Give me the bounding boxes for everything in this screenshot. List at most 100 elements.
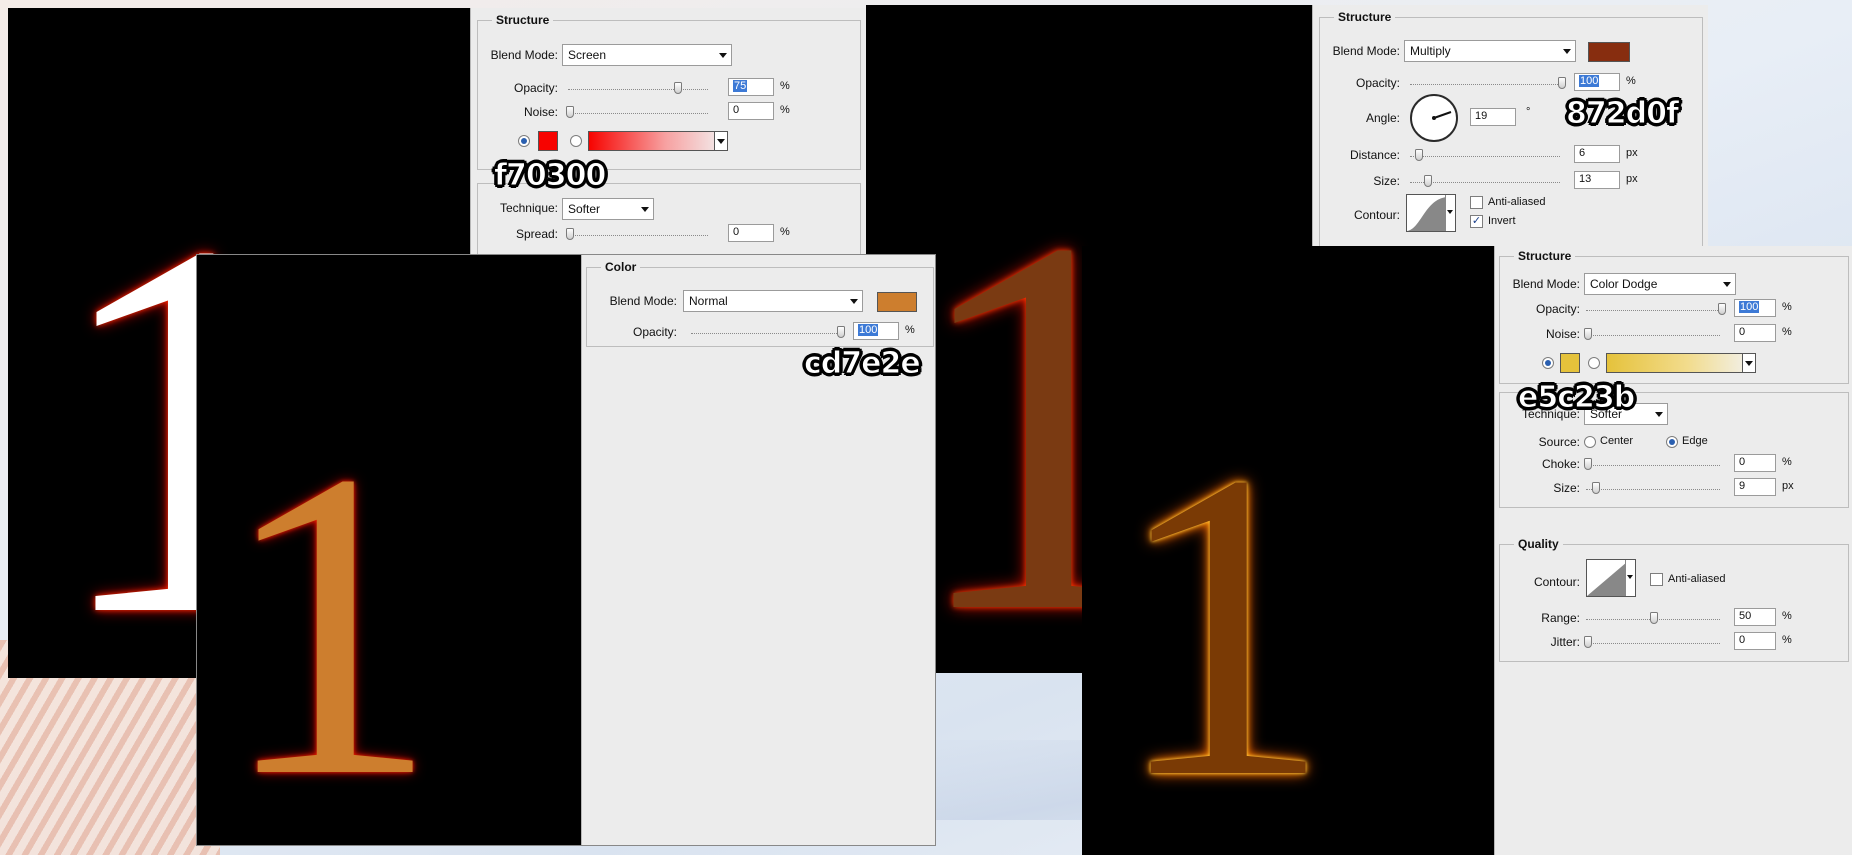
opacity-field[interactable]: 100 <box>1574 73 1620 91</box>
source-edge-radio[interactable] <box>1666 436 1678 448</box>
range-slider-thumb[interactable] <box>1650 612 1658 624</box>
color-code-label: 872d0f <box>1565 96 1679 132</box>
opacity-slider[interactable] <box>691 333 841 335</box>
blend-mode-label: Blend Mode: <box>609 294 677 308</box>
anti-aliased-label: Anti-aliased <box>1488 196 1546 208</box>
structure-group: Structure Blend Mode: Screen Opacity: 75… <box>477 13 861 170</box>
layer-style-panel: Color Blend Mode: Normal Opacity: 100 % <box>581 255 935 845</box>
angle-dial[interactable] <box>1410 94 1458 142</box>
glow-color-swatch[interactable] <box>1560 353 1580 373</box>
anti-aliased-checkbox[interactable] <box>1470 196 1483 209</box>
jitter-slider[interactable] <box>1586 643 1720 645</box>
opacity-slider-thumb[interactable] <box>1558 77 1566 89</box>
px-unit: px <box>1626 147 1638 159</box>
percent-unit: % <box>1782 634 1792 646</box>
shadow-color-swatch[interactable] <box>1588 42 1630 62</box>
overlay-color-swatch[interactable] <box>877 292 917 312</box>
source-label: Source: <box>1538 435 1580 449</box>
chevron-down-icon <box>1625 560 1635 596</box>
spread-label: Spread: <box>515 227 558 241</box>
size-field[interactable]: 13 <box>1574 171 1620 189</box>
distance-field[interactable]: 6 <box>1574 145 1620 163</box>
contour-label: Contour: <box>1353 208 1400 222</box>
opacity-label: Opacity: <box>632 325 677 339</box>
gradient-picker[interactable] <box>588 131 728 151</box>
layer-style-panel: Structure Blend Mode: Color Dodge Opacit… <box>1494 246 1852 855</box>
color-code-label: f70300 <box>493 158 606 194</box>
choke-label: Choke: <box>1541 457 1580 471</box>
percent-unit: % <box>1782 610 1792 622</box>
size-slider[interactable] <box>1410 182 1560 184</box>
solid-color-radio[interactable] <box>518 135 530 147</box>
gradient-radio[interactable] <box>1588 357 1600 369</box>
contour-picker[interactable] <box>1406 194 1456 232</box>
percent-unit: % <box>780 226 790 238</box>
percent-unit: % <box>1782 326 1792 338</box>
opacity-field[interactable]: 75 <box>728 78 774 96</box>
range-label: Range: <box>1541 611 1580 625</box>
angle-label: Angle: <box>1365 111 1400 125</box>
opacity-slider[interactable] <box>1586 310 1720 312</box>
jitter-slider-thumb[interactable] <box>1584 636 1592 648</box>
noise-field[interactable]: 0 <box>728 102 774 120</box>
canvas: 1 <box>1082 246 1494 855</box>
angle-field[interactable]: 19 <box>1470 108 1516 126</box>
spread-slider-thumb[interactable] <box>566 228 574 240</box>
noise-slider-thumb[interactable] <box>566 106 574 118</box>
choke-slider[interactable] <box>1586 465 1720 467</box>
choke-field[interactable]: 0 <box>1734 454 1776 472</box>
spread-field[interactable]: 0 <box>728 224 774 242</box>
jitter-field[interactable]: 0 <box>1734 632 1776 650</box>
opacity-label: Opacity: <box>1355 76 1400 90</box>
noise-slider[interactable] <box>1586 335 1720 337</box>
range-field[interactable]: 50 <box>1734 608 1776 626</box>
structure-legend: Structure <box>492 13 554 27</box>
opacity-slider[interactable] <box>1410 84 1560 86</box>
anti-aliased-label: Anti-aliased <box>1668 573 1726 585</box>
gradient-picker[interactable] <box>1606 353 1756 373</box>
chevron-down-icon <box>719 53 727 58</box>
blend-mode-label: Blend Mode: <box>490 48 558 62</box>
noise-field[interactable]: 0 <box>1734 324 1776 342</box>
structure-legend: Structure <box>1334 10 1396 24</box>
distance-slider[interactable] <box>1410 156 1560 158</box>
opacity-field[interactable]: 100 <box>1734 299 1776 317</box>
size-slider-thumb[interactable] <box>1592 482 1600 494</box>
size-label: Size: <box>1373 174 1400 188</box>
opacity-field[interactable]: 100 <box>853 322 899 340</box>
source-center-radio[interactable] <box>1584 436 1596 448</box>
technique-select[interactable]: Softer <box>562 198 654 220</box>
opacity-slider-thumb[interactable] <box>1718 303 1726 315</box>
blend-mode-label: Blend Mode: <box>1332 44 1400 58</box>
size-slider[interactable] <box>1586 489 1720 491</box>
opacity-label: Opacity: <box>1535 302 1580 316</box>
noise-slider-thumb[interactable] <box>1584 328 1592 340</box>
size-slider-thumb[interactable] <box>1424 175 1432 187</box>
opacity-slider-thumb[interactable] <box>674 82 682 94</box>
anti-aliased-checkbox[interactable] <box>1650 573 1663 586</box>
chevron-down-icon <box>1563 49 1571 54</box>
noise-slider[interactable] <box>568 113 708 115</box>
distance-slider-thumb[interactable] <box>1415 149 1423 161</box>
glow-color-swatch[interactable] <box>538 131 558 151</box>
blend-mode-select[interactable]: Multiply <box>1404 40 1576 62</box>
opacity-slider[interactable] <box>568 89 708 91</box>
invert-checkbox[interactable]: ✓ <box>1470 215 1483 228</box>
contour-label: Contour: <box>1533 575 1580 589</box>
chevron-down-icon <box>1742 354 1755 372</box>
spread-slider[interactable] <box>568 235 708 237</box>
solid-color-radio[interactable] <box>1542 357 1554 369</box>
size-field[interactable]: 9 <box>1734 478 1776 496</box>
blend-mode-label: Blend Mode: <box>1512 277 1580 291</box>
contour-picker[interactable] <box>1586 559 1636 597</box>
blend-mode-select[interactable]: Screen <box>562 44 732 66</box>
digit-one: 1 <box>219 381 439 846</box>
choke-slider-thumb[interactable] <box>1584 458 1592 470</box>
percent-unit: % <box>1626 75 1636 87</box>
elements-group: Technique: Softer Spread: 0 % <box>477 183 861 263</box>
opacity-slider-thumb[interactable] <box>837 326 845 338</box>
degree-unit: ° <box>1526 106 1531 118</box>
gradient-radio[interactable] <box>570 135 582 147</box>
blend-mode-select[interactable]: Color Dodge <box>1584 273 1736 295</box>
blend-mode-select[interactable]: Normal <box>683 290 863 312</box>
